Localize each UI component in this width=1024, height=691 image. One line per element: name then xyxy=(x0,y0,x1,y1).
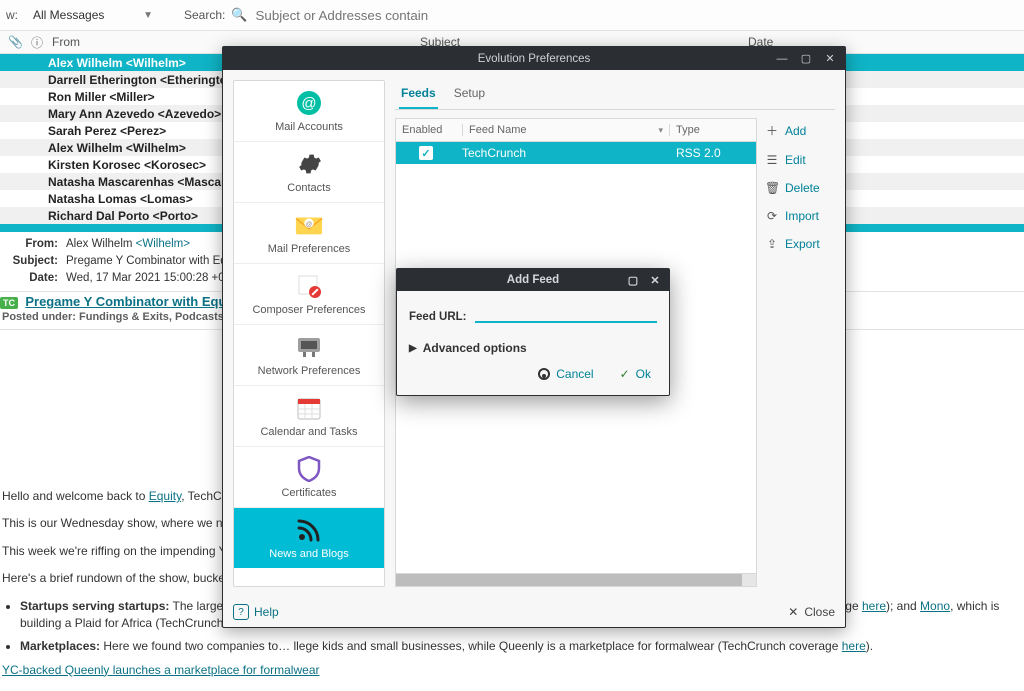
window-maximize-icon[interactable]: ▢ xyxy=(795,51,817,67)
feeds-table-header: Enabled Feed Name ▾ Type xyxy=(396,119,756,142)
advanced-options-toggle[interactable]: ▶ Advanced options xyxy=(409,341,657,355)
import-icon: ⟳ xyxy=(765,209,779,223)
delete-button[interactable]: 🗑Delete xyxy=(765,181,835,195)
sidebar-item-calendar-tasks[interactable]: Calendar and Tasks xyxy=(234,386,384,447)
coverage-link[interactable]: here xyxy=(842,639,866,653)
preferences-titlebar[interactable]: Evolution Preferences — ▢ ✕ xyxy=(223,47,845,70)
rss-icon xyxy=(295,516,323,544)
column-feed-name[interactable]: Feed Name ▾ xyxy=(463,124,670,136)
meta-subject-label: Subject: xyxy=(10,253,58,270)
window-close-icon[interactable]: ✕ xyxy=(645,272,665,288)
feed-type: RSS 2.0 xyxy=(670,146,756,160)
tab-feeds[interactable]: Feeds xyxy=(399,80,438,109)
bottom-article-link[interactable]: YC-backed Queenly launches a marketplace… xyxy=(2,663,319,677)
cancel-button[interactable]: Cancel xyxy=(538,367,593,381)
from-address-link[interactable]: <Wilhelm> xyxy=(136,238,190,250)
sidebar-item-network-preferences[interactable]: Network Preferences xyxy=(234,325,384,386)
meta-date-label: Date: xyxy=(10,270,58,287)
coverage-link[interactable]: here xyxy=(862,599,886,613)
plus-icon: ＋ xyxy=(765,122,779,139)
import-button[interactable]: ⟳Import xyxy=(765,209,835,223)
feed-url-input[interactable] xyxy=(475,301,658,323)
view-label: w: xyxy=(6,8,18,22)
triangle-right-icon: ▶ xyxy=(409,343,417,354)
window-maximize-icon[interactable]: ▢ xyxy=(623,272,643,288)
add-feed-titlebar[interactable]: Add Feed ▢ ✕ xyxy=(397,269,669,291)
meta-subject-value: Pregame Y Combinator with Equity xyxy=(66,253,245,270)
column-type[interactable]: Type xyxy=(670,124,756,136)
trash-icon: 🗑 xyxy=(765,181,779,195)
preferences-tabs: Feeds Setup xyxy=(395,80,835,110)
export-button[interactable]: ⇪Export xyxy=(765,237,835,251)
feed-actions: ＋Add ☰Edit 🗑Delete ⟳Import ⇪Export xyxy=(765,118,835,587)
sidebar-item-news-blogs[interactable]: News and Blogs xyxy=(234,508,384,568)
mono-link[interactable]: Mono xyxy=(920,599,950,613)
export-icon: ⇪ xyxy=(765,237,779,251)
view-dropdown[interactable]: All Messages ▼ xyxy=(24,5,162,25)
source-badge: TC xyxy=(0,297,18,309)
svg-text:@: @ xyxy=(306,221,313,228)
meta-from-label: From: xyxy=(10,236,58,253)
window-minimize-icon[interactable]: — xyxy=(771,51,793,67)
ethernet-icon xyxy=(295,333,323,361)
ok-button[interactable]: ✓ Ok xyxy=(620,367,651,381)
svg-text:@: @ xyxy=(301,95,316,112)
sidebar-item-mail-accounts[interactable]: @ Mail Accounts xyxy=(234,81,384,142)
help-icon: ? xyxy=(233,604,249,620)
preferences-title: Evolution Preferences xyxy=(478,53,591,65)
check-icon: ✓ xyxy=(620,367,630,381)
help-button[interactable]: ? Help xyxy=(233,604,279,620)
search-icon: 🔍 xyxy=(231,7,247,23)
search-input[interactable] xyxy=(254,7,478,24)
chevron-down-icon: ▼ xyxy=(143,10,153,21)
sidebar-item-mail-preferences[interactable]: @ Mail Preferences xyxy=(234,203,384,264)
add-feed-dialog: Add Feed ▢ ✕ Feed URL: ▶ Advanced option… xyxy=(396,268,670,396)
envelope-icon: @ xyxy=(295,211,323,239)
column-enabled[interactable]: Enabled xyxy=(396,124,463,136)
meta-from-value: Alex Wilhelm <Wilhelm> xyxy=(66,236,190,253)
main-toolbar: w: All Messages ▼ Search: 🔍 xyxy=(0,0,1024,31)
attachment-icon: 📎 xyxy=(8,35,22,49)
tab-setup[interactable]: Setup xyxy=(452,80,487,109)
at-icon: @ xyxy=(295,89,323,117)
sidebar-item-composer-preferences[interactable]: Composer Preferences xyxy=(234,264,384,325)
info-icon: ⓘ xyxy=(30,34,44,51)
close-icon: ✕ xyxy=(788,605,798,619)
preferences-footer: ? Help ✕ Close xyxy=(223,597,845,627)
view-dropdown-value: All Messages xyxy=(33,8,104,22)
preferences-sidebar: @ Mail Accounts Contacts @ Mail Preferen… xyxy=(233,80,385,587)
compose-icon xyxy=(295,272,323,300)
chevron-down-icon: ▾ xyxy=(658,125,663,136)
calendar-icon xyxy=(295,394,323,422)
edit-button[interactable]: ☰Edit xyxy=(765,153,835,167)
search-label: Search: xyxy=(184,8,225,22)
close-button[interactable]: ✕ Close xyxy=(788,605,835,619)
list-item: Marketplaces: Here we found two companie… xyxy=(20,638,1014,655)
feed-url-label: Feed URL: xyxy=(409,311,467,323)
post-title-link[interactable]: Pregame Y Combinator with Equity xyxy=(25,294,241,309)
add-feed-title: Add Feed xyxy=(507,274,559,286)
window-close-icon[interactable]: ✕ xyxy=(819,51,841,67)
cancel-icon xyxy=(538,368,550,380)
sidebar-item-contacts[interactable]: Contacts xyxy=(234,142,384,203)
feed-row[interactable]: ✓ TechCrunch RSS 2.0 xyxy=(396,142,756,164)
gear-icon xyxy=(295,150,323,178)
shield-icon xyxy=(295,455,323,483)
horizontal-scrollbar[interactable] xyxy=(396,573,756,586)
equity-link[interactable]: Equity xyxy=(149,489,181,503)
sidebar-item-certificates[interactable]: Certificates xyxy=(234,447,384,508)
feed-enabled-checkbox[interactable]: ✓ xyxy=(419,146,433,160)
list-icon: ☰ xyxy=(765,153,779,167)
feed-name: TechCrunch xyxy=(456,146,670,160)
add-button[interactable]: ＋Add xyxy=(765,122,835,139)
